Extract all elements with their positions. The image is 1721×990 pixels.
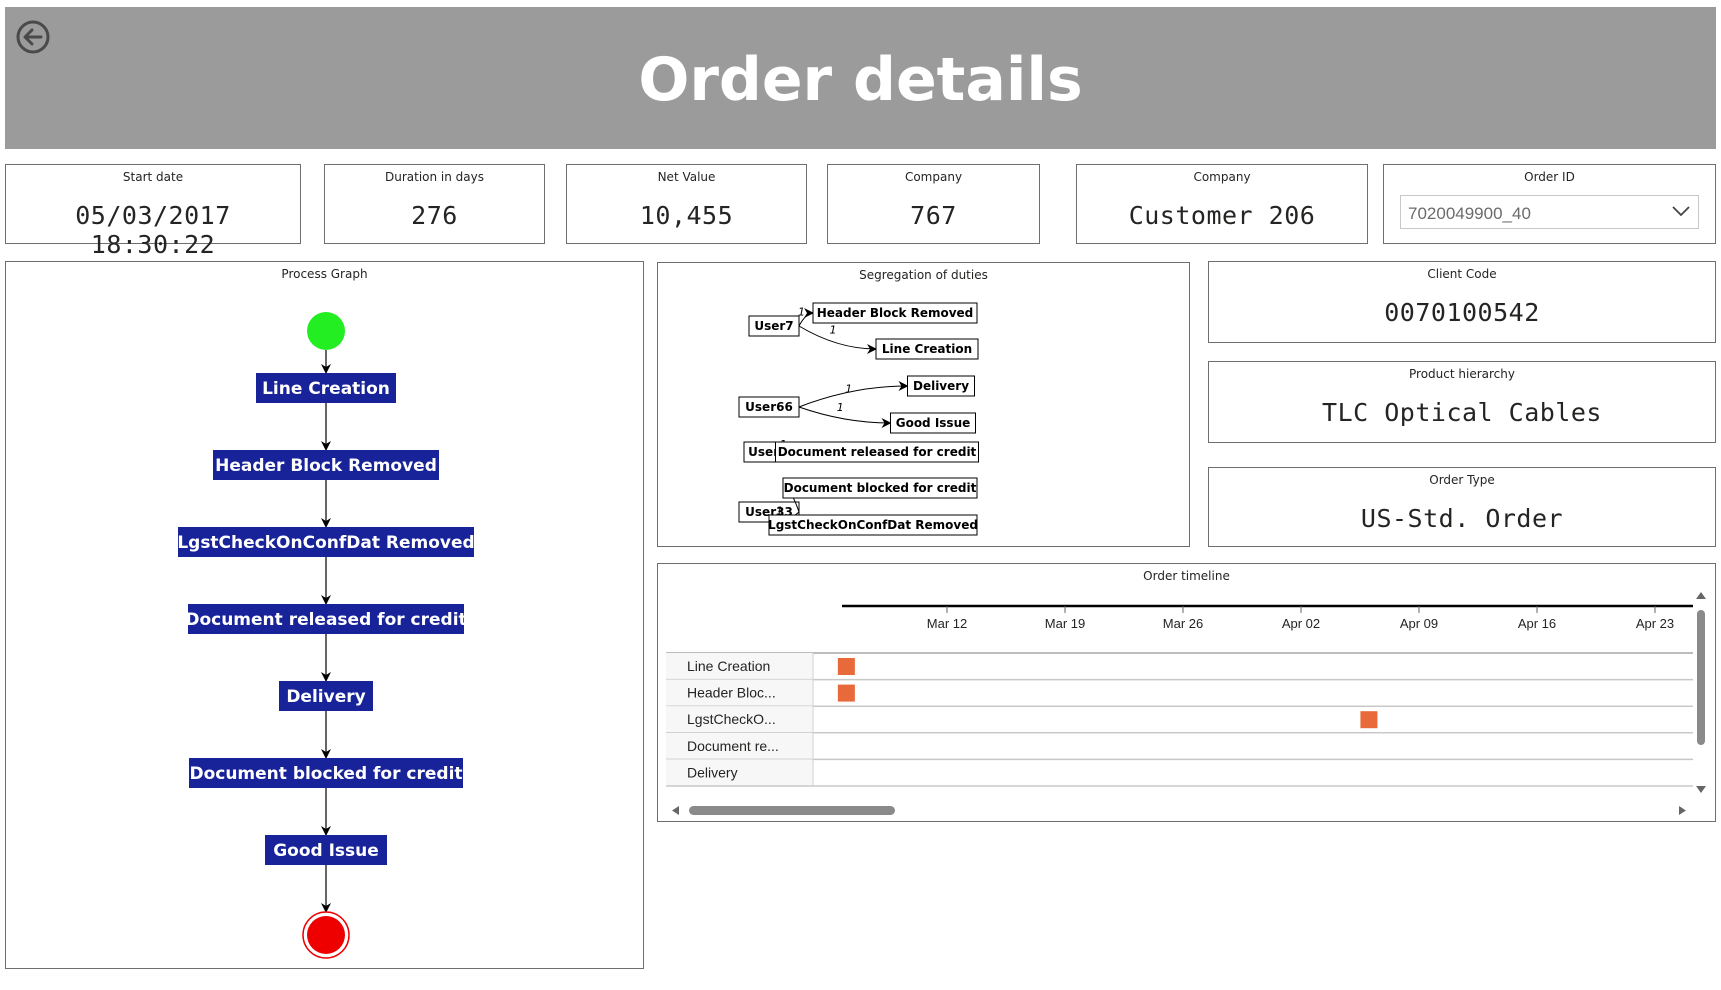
page-title: Order details [638,45,1083,115]
edge-count-label: 1 [845,383,852,396]
horizontal-scrollbar-thumb[interactable] [689,806,895,815]
activity-node-label: Delivery [913,379,969,393]
axis-tick-label: Apr 02 [1282,616,1320,631]
order-id-value: 7020049900_40 [1408,204,1531,223]
title-banner: Order details [5,7,1716,149]
duration-value: 276 [411,201,458,230]
timeline-event-marker[interactable] [837,684,855,702]
activity-node-label: LgstCheckOnConfDat Removed [768,518,978,532]
start-date-value: 05/03/2017 18:30:22 [75,201,231,259]
company-name-value: Customer 206 [1128,201,1316,230]
process-step-label: Header Block Removed [215,456,437,476]
client-code-card: Client Code 0070100542 [1208,261,1716,343]
timeline-row-label: Header Bloc... [687,685,776,701]
edge-count-label: 1 [798,306,805,319]
process-step-label: Document blocked for credit [189,764,462,784]
axis-tick-label: Mar 19 [1045,616,1085,631]
duration-card: Duration in days 276 [324,164,545,244]
edge-count-label: 1 [830,324,837,337]
process-graph-panel: Process Graph Line Creation Header Block … [5,261,644,969]
start-date-label: Start date [122,170,184,184]
activity-node-label: Good Issue [896,416,971,430]
duration-label: Duration in days [384,170,484,184]
axis-tick-label: Apr 09 [1400,616,1438,631]
product-hierarchy-card: Product hierarchy TLC Optical Cables [1208,361,1716,443]
process-step-label: Document released for credit [185,610,466,630]
timeline-row-label: Line Creation [687,658,770,674]
scroll-right-icon[interactable] [1679,806,1686,815]
scroll-up-icon[interactable] [1696,592,1706,599]
company-name-card: Company Customer 206 [1076,164,1368,244]
timeline-row-label: Delivery [687,764,738,780]
order-id-dropdown[interactable]: 7020049900_40 [1400,195,1699,229]
duty-edge [798,406,892,428]
net-value-value: 10,455 [639,201,734,230]
product-hierarchy-label: Product hierarchy [1409,367,1515,381]
order-id-label: Order ID [1524,170,1575,184]
company-code-value: 767 [910,201,957,230]
process-step-label: Good Issue [273,841,379,861]
net-value-label: Net Value [657,170,716,184]
net-value-card: Net Value 10,455 [566,164,807,244]
start-node-icon [307,312,345,350]
axis-tick-label: Apr 16 [1518,616,1556,631]
activity-node-label: Header Block Removed [817,306,974,320]
user-node-label: User7 [754,319,793,333]
order-type-card: Order Type US-Std. Order [1208,467,1716,547]
start-date-card: Start date 05/03/2017 18:30:22 [5,164,301,259]
process-graph-chart: Line Creation Header Block Removed LgstChe… [177,312,475,959]
timeline-event-marker[interactable] [837,658,855,675]
duty-edge [798,325,877,354]
segregation-title: Segregation of duties [859,268,988,282]
segregation-graph: User7 1 Header Block Removed 1 Line Creation… [738,302,979,536]
process-step-label: LgstCheckOnConfDat Removed [177,533,474,553]
activity-node-label: Document released for credit [778,445,977,459]
process-step-label: Line Creation [262,379,390,399]
process-step-label: Delivery [286,687,365,707]
end-node-icon [307,916,345,954]
process-graph-title: Process Graph [281,267,368,281]
user-node-label: User66 [745,400,793,414]
order-id-card: Order ID 7020049900_40 [1383,164,1716,244]
axis-tick-label: Mar 26 [1163,616,1203,631]
axis-tick-label: Apr 23 [1636,616,1674,631]
chevron-down-icon [1672,206,1690,217]
timeline-row-label: Document re... [687,738,779,754]
axis-tick-label: Mar 12 [927,616,967,631]
client-code-value: 0070100542 [1384,298,1540,327]
scroll-down-icon[interactable] [1696,786,1706,793]
timeline-row-label: LgstCheckO... [687,711,776,727]
scroll-left-icon[interactable] [672,806,679,815]
order-type-value: US-Std. Order [1360,504,1564,533]
activity-node-label: Document blocked for credit [784,481,977,495]
company-code-card: Company 767 [827,164,1040,244]
client-code-label: Client Code [1427,267,1497,281]
timeline-event-marker[interactable] [1360,711,1378,729]
vertical-scrollbar-thumb[interactable] [1697,610,1705,745]
order-type-label: Order Type [1429,473,1495,487]
duty-edge [798,381,909,408]
segregation-panel: Segregation of duties User7 1 Header Block… [657,262,1190,547]
edge-count-label: 1 [837,401,844,414]
order-timeline-chart: Mar 12 Mar 19 Mar 26 Apr 02 Apr 09 Apr 16 Apr … [666,592,1706,815]
company-name-label: Company [1193,170,1251,184]
order-timeline-panel: Order timeline Mar 12 Mar 19 Mar 26 Apr 02 A… [657,563,1716,822]
activity-node-label: Line Creation [882,342,972,356]
product-hierarchy-value: TLC Optical Cables [1322,398,1602,427]
company-code-label: Company [904,170,963,184]
